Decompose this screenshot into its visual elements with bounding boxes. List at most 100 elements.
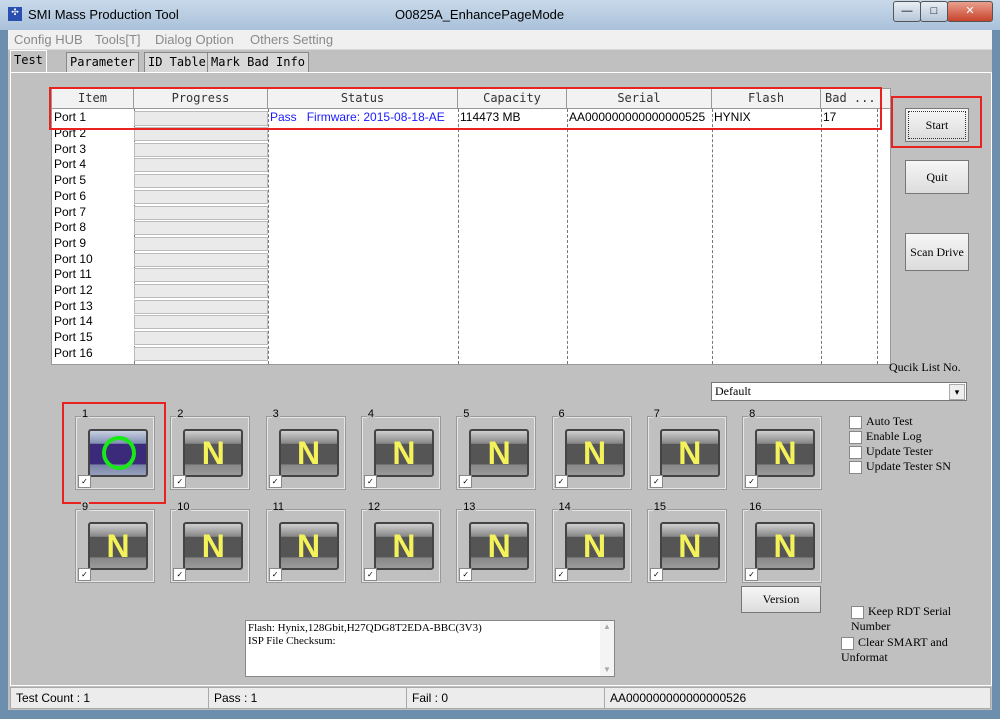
checkbox[interactable]: [849, 430, 862, 444]
app-version-title: O0825A_EnhancePageMode: [395, 7, 565, 22]
port-tile[interactable]: 11 N ✓: [265, 501, 346, 583]
start-button[interactable]: Start: [905, 108, 969, 142]
tab-id-table[interactable]: ID Table: [144, 52, 210, 72]
option-checkbox[interactable]: Update Tester SN: [849, 459, 951, 474]
table-row[interactable]: Port 6: [52, 189, 890, 205]
port-tile[interactable]: 13 N ✓: [456, 501, 537, 583]
port-tile[interactable]: 8 N ✓: [742, 408, 823, 490]
progress-bar: [134, 205, 268, 220]
table-row[interactable]: Port 10: [52, 252, 890, 268]
port-number: 3: [271, 408, 280, 420]
close-button[interactable]: ✕: [947, 1, 993, 22]
table-row[interactable]: Port 4: [52, 157, 890, 173]
port-tile[interactable]: 3 N ✓: [265, 408, 346, 490]
tab-test[interactable]: Test: [10, 50, 47, 73]
table-row[interactable]: Port 12: [52, 283, 890, 299]
port-tile[interactable]: 9 N ✓: [75, 501, 155, 583]
progress-bar: [134, 268, 268, 283]
version-button[interactable]: Version: [741, 586, 821, 613]
port-enable-checkbox[interactable]: ✓: [363, 568, 377, 581]
menu-tools[interactable]: Tools[T]: [95, 32, 141, 47]
tab-mark-bad-info[interactable]: Mark Bad Info: [207, 52, 309, 72]
port-enable-checkbox[interactable]: ✓: [649, 568, 663, 581]
port-enable-checkbox[interactable]: ✓: [554, 568, 568, 581]
port-enable-checkbox[interactable]: ✓: [173, 475, 187, 488]
port-enable-checkbox[interactable]: ✓: [554, 475, 568, 488]
port-number: 16: [748, 501, 763, 513]
port-tile[interactable]: 16 N ✓: [742, 501, 823, 583]
no-device-icon: N: [373, 429, 434, 477]
port-enable-checkbox[interactable]: ✓: [268, 568, 282, 581]
port-enable-checkbox[interactable]: ✓: [268, 475, 282, 488]
tab-parameter[interactable]: Parameter: [66, 52, 140, 72]
table-row[interactable]: Port 15: [52, 330, 890, 346]
log-textbox[interactable]: Flash: Hynix,128Gbit,H27QDG8T2EDA-BBC(3V…: [245, 620, 615, 677]
checkbox[interactable]: [849, 445, 862, 459]
port-tile[interactable]: 6 N ✓: [551, 408, 632, 490]
port-enable-checkbox[interactable]: ✓: [745, 475, 759, 488]
no-device-icon: N: [373, 522, 434, 570]
port-tile[interactable]: 15 N ✓: [646, 501, 727, 583]
no-device-icon: N: [564, 522, 625, 570]
option-label: Auto Test: [866, 414, 913, 428]
port-enable-checkbox[interactable]: ✓: [173, 568, 187, 581]
chevron-down-icon[interactable]: ▾: [949, 384, 965, 400]
table-row[interactable]: Port 3: [52, 142, 890, 158]
port-enable-checkbox[interactable]: ✓: [459, 568, 473, 581]
minimize-button[interactable]: —: [893, 1, 921, 22]
menu-config-hub[interactable]: Config HUB: [14, 32, 83, 47]
checkbox[interactable]: [851, 605, 864, 619]
table-row[interactable]: Port 11: [52, 267, 890, 283]
port-tile[interactable]: 5 N ✓: [456, 408, 537, 490]
port-number: 10: [176, 501, 191, 513]
keep-rdt-serial-checkbox[interactable]: Keep RDT Serial Number: [851, 604, 991, 634]
scrollbar[interactable]: ▲ ▼: [600, 621, 614, 676]
port-enable-checkbox[interactable]: ✓: [78, 568, 91, 581]
log-line: ISP File Checksum:: [248, 635, 336, 647]
port-tile[interactable]: 7 N ✓: [646, 408, 727, 490]
quit-button[interactable]: Quit: [905, 160, 969, 194]
port-tile[interactable]: 2 N ✓: [170, 408, 251, 490]
port-number: 9: [81, 501, 90, 513]
table-row[interactable]: Port 7: [52, 205, 890, 221]
port-enable-checkbox[interactable]: ✓: [459, 475, 473, 488]
item-cell: Port 15: [54, 330, 93, 345]
table-row[interactable]: Port 5: [52, 173, 890, 189]
port-enable-checkbox[interactable]: ✓: [363, 475, 377, 488]
maximize-button[interactable]: □: [920, 1, 948, 22]
log-line: Flash: Hynix,128Gbit,H27QDG8T2EDA-BBC(3V…: [248, 622, 482, 634]
port-enable-checkbox[interactable]: ✓: [649, 475, 663, 488]
port-tile[interactable]: 4 N ✓: [360, 408, 441, 490]
port-tile[interactable]: 10 N ✓: [170, 501, 251, 583]
progress-bar: [134, 142, 268, 157]
clear-smart-checkbox[interactable]: Clear SMART and Unformat: [841, 635, 991, 665]
port-tile[interactable]: 14 N ✓: [551, 501, 632, 583]
port-tile[interactable]: 1 ✓: [75, 408, 155, 490]
table-row[interactable]: Port 14: [52, 314, 890, 330]
option-checkbox[interactable]: Enable Log: [849, 429, 951, 444]
table-row[interactable]: Port 13: [52, 299, 890, 315]
port-number: 11: [271, 501, 286, 513]
progress-bar: [134, 299, 268, 314]
no-device-icon: N: [755, 522, 816, 570]
quick-list-dropdown[interactable]: Default ▾: [711, 382, 967, 401]
table-row[interactable]: Port 8: [52, 220, 890, 236]
port-number: 13: [462, 501, 477, 513]
port-enable-checkbox[interactable]: ✓: [745, 568, 759, 581]
menu-others-setting[interactable]: Others Setting: [250, 32, 333, 47]
table-row[interactable]: Port 9: [52, 236, 890, 252]
checkbox[interactable]: [849, 460, 862, 474]
port-tile[interactable]: 12 N ✓: [360, 501, 441, 583]
table-row[interactable]: Port 16: [52, 346, 890, 362]
port-enable-checkbox[interactable]: ✓: [78, 475, 91, 488]
highlight-row: [49, 87, 882, 130]
menu-dialog-option[interactable]: Dialog Option: [155, 32, 234, 47]
checkbox[interactable]: [849, 415, 862, 429]
option-checkbox[interactable]: Auto Test: [849, 414, 951, 429]
port-number: 7: [652, 408, 661, 420]
option-checkbox[interactable]: Update Tester: [849, 444, 951, 459]
scan-drive-button[interactable]: Scan Drive: [905, 233, 969, 271]
port-number: 2: [176, 408, 185, 420]
status-pass: Pass : 1: [208, 687, 407, 709]
checkbox[interactable]: [841, 636, 854, 650]
